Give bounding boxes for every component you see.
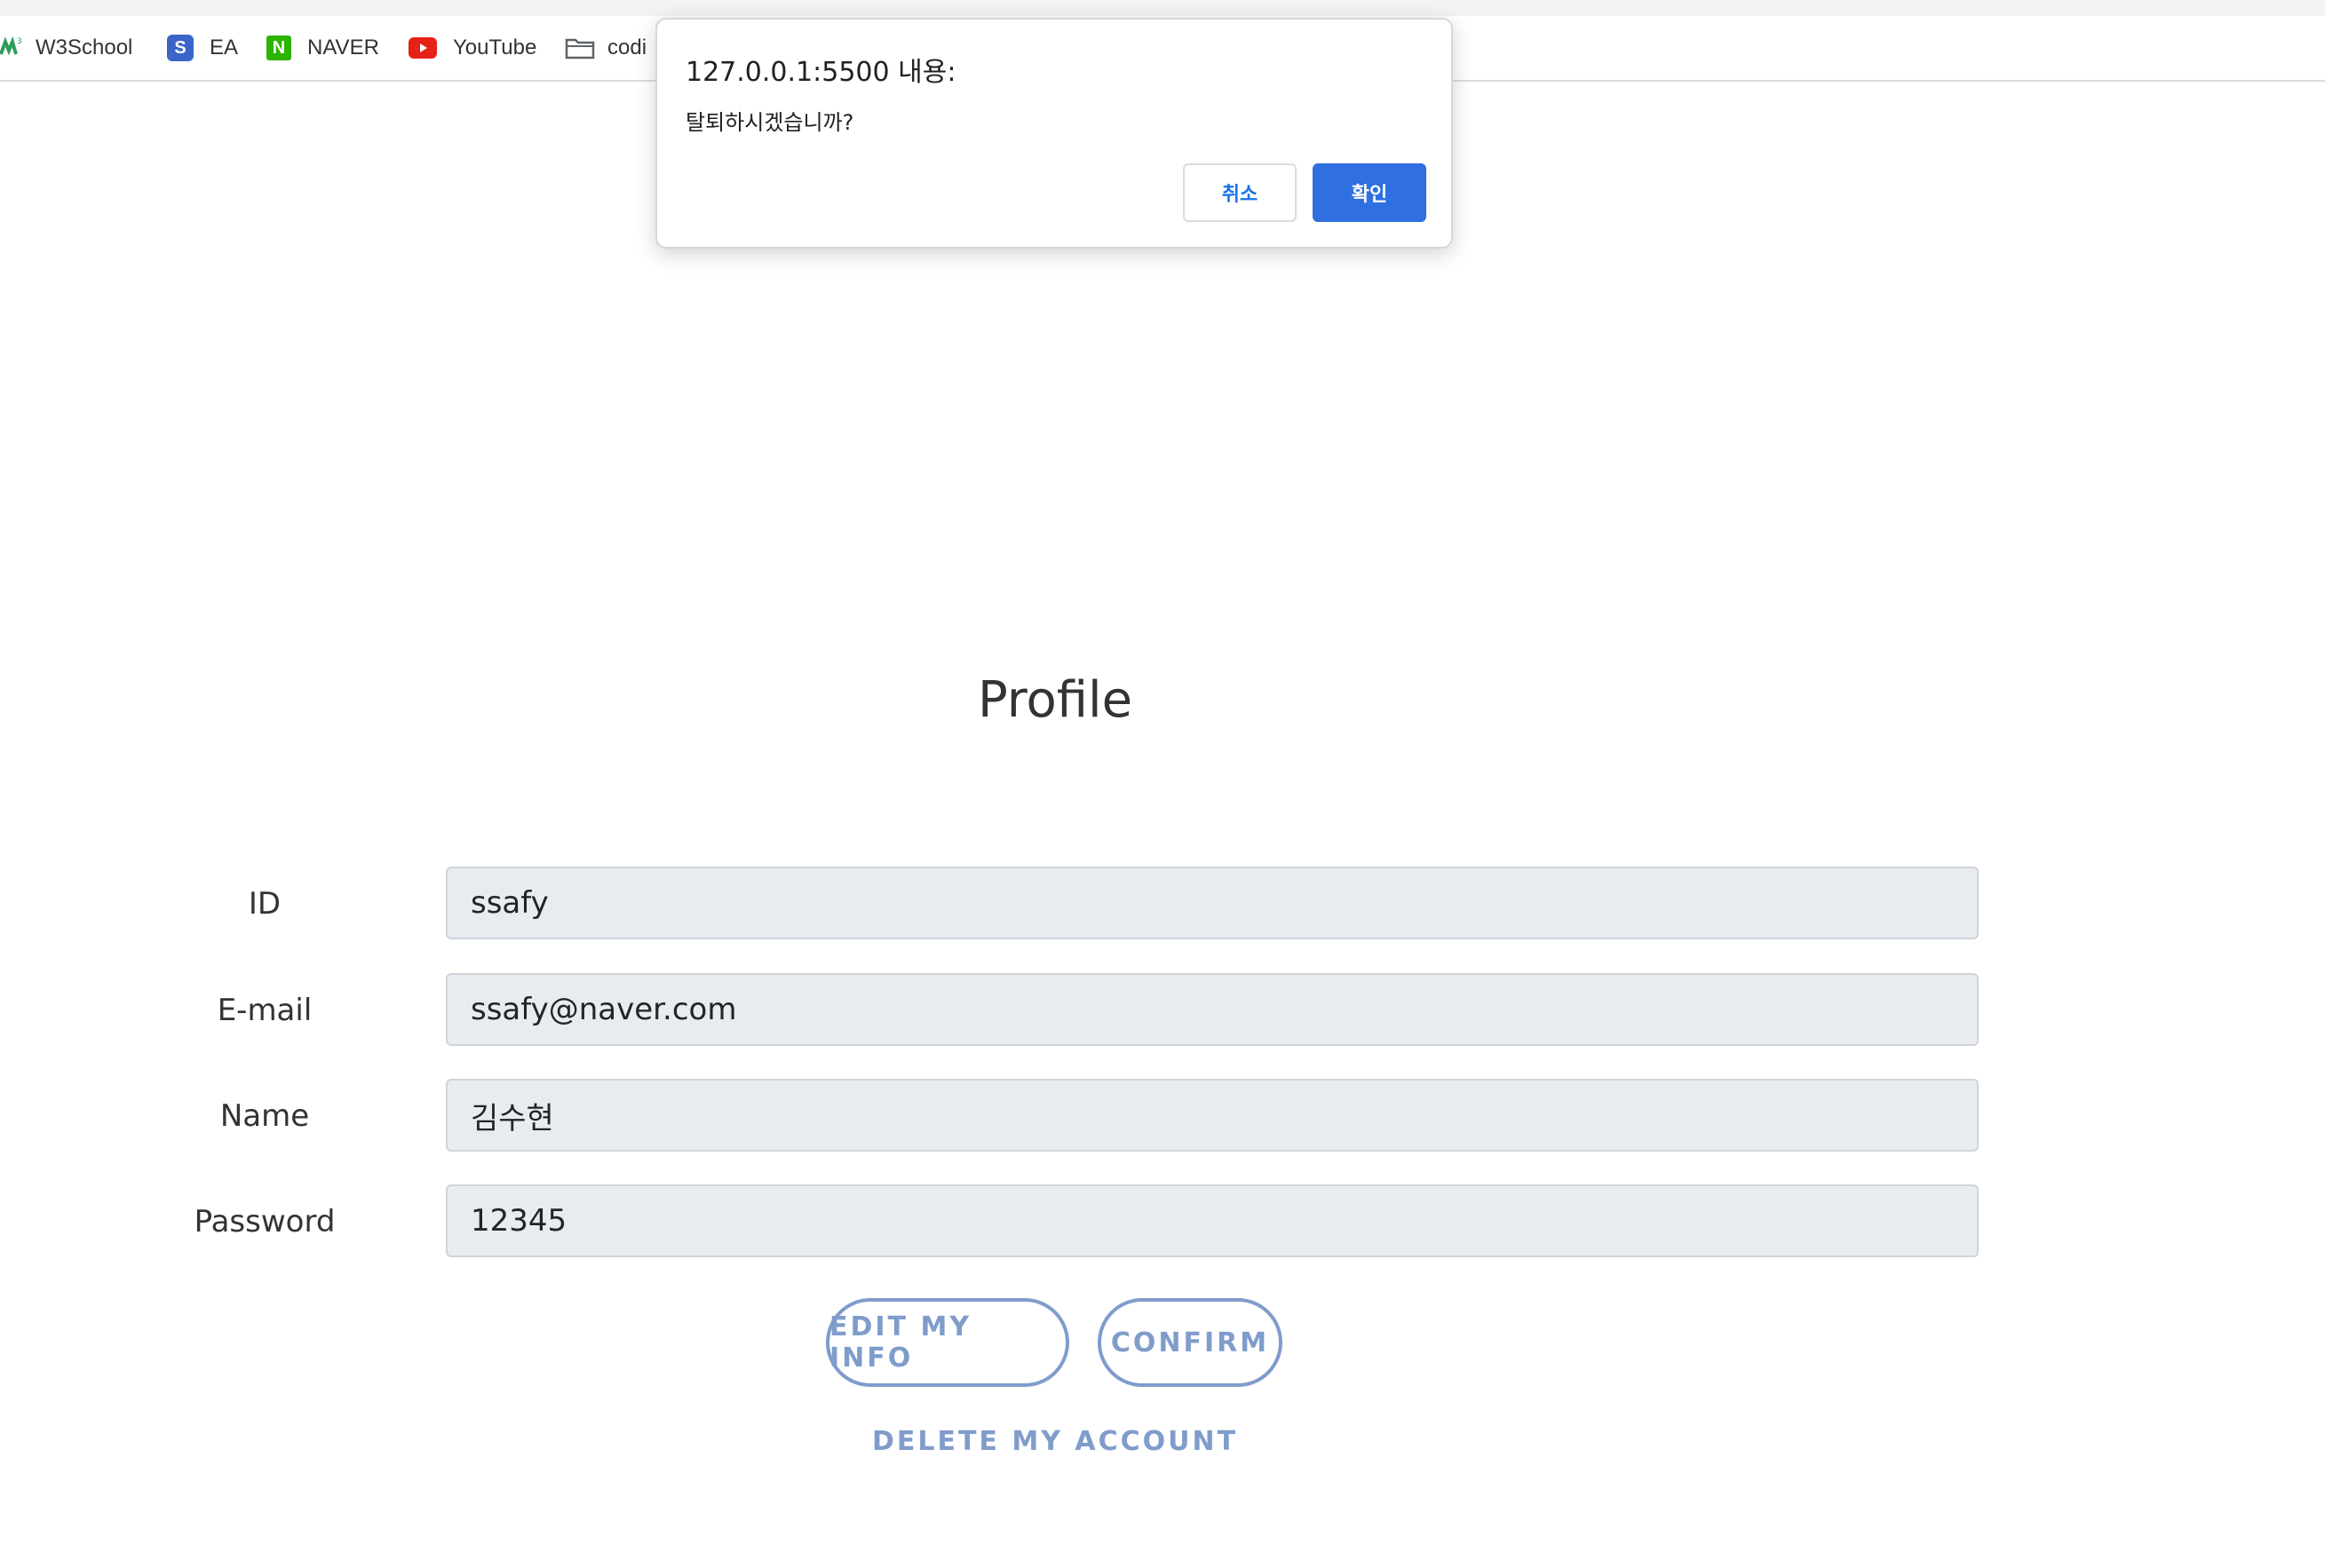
youtube-icon [409, 37, 437, 59]
bookmark-folder[interactable]: codi [565, 32, 647, 64]
naver-icon: N [266, 36, 291, 60]
w3school-icon: 3 [0, 36, 22, 56]
ea-icon: S [167, 35, 194, 61]
browser-top-strip [0, 0, 2325, 16]
name-field[interactable] [446, 1079, 1979, 1152]
bookmark-ea[interactable]: S EA [167, 32, 238, 64]
email-field[interactable] [446, 973, 1979, 1046]
confirm-dialog: 127.0.0.1:5500 내용: 탈퇴하시겠습니까? 취소 확인 [655, 18, 1453, 249]
delete-account-label[interactable]: DELETE MY ACCOUNT [872, 1426, 1238, 1457]
bookmark-label: YouTube [453, 36, 537, 59]
dialog-cancel-button[interactable]: 취소 [1183, 163, 1297, 222]
bookmark-label: W3School [36, 36, 133, 59]
email-label: E-mail [217, 993, 313, 1028]
password-field[interactable] [446, 1184, 1979, 1257]
bookmark-label: NAVER [307, 36, 379, 59]
password-label: Password [194, 1204, 336, 1239]
confirm-button[interactable]: CONFIRM [1098, 1298, 1282, 1387]
page-title: Profile [977, 671, 1133, 729]
bookmark-youtube[interactable]: YouTube [409, 32, 536, 64]
folder-icon [565, 38, 595, 59]
delete-account-link[interactable]: DELETE MY ACCOUNT [0, 1426, 2110, 1457]
dialog-ok-button[interactable]: 확인 [1313, 163, 1426, 222]
edit-my-info-button[interactable]: EDIT MY INFO [826, 1298, 1069, 1387]
bookmark-label: EA [210, 36, 239, 59]
bookmark-naver[interactable]: N NAVER [266, 32, 379, 64]
bookmark-label: codi [607, 36, 647, 59]
id-label: ID [248, 886, 282, 922]
dialog-message: 탈퇴하시겠습니까? [686, 110, 854, 135]
name-label: Name [219, 1098, 310, 1134]
id-field[interactable] [446, 867, 1979, 939]
dialog-title: 127.0.0.1:5500 내용: [686, 57, 956, 88]
bookmark-w3school[interactable]: 3 W3School [0, 32, 132, 64]
svg-text:3: 3 [17, 37, 22, 46]
